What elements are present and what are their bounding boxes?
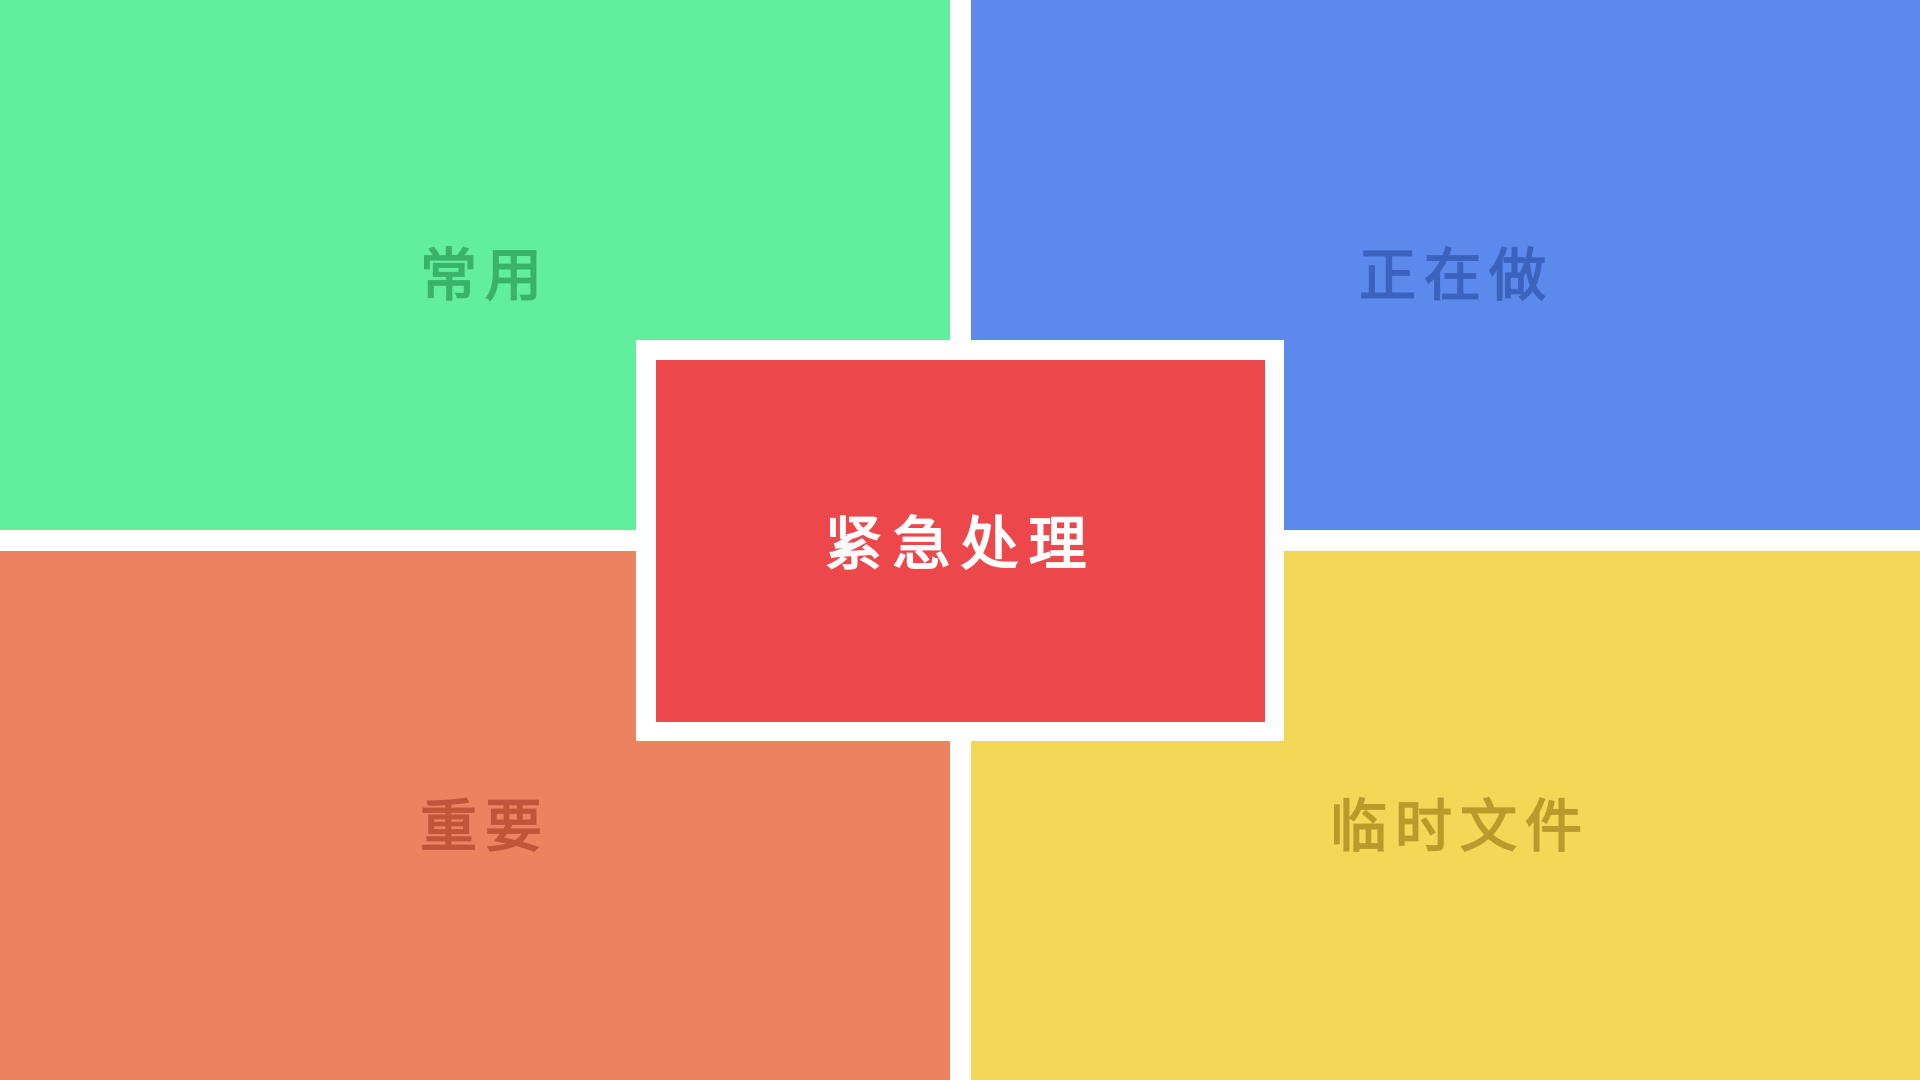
zone-urgent[interactable]: 紧急处理	[656, 360, 1265, 722]
zone-in-progress-label: 正在做	[1359, 243, 1554, 309]
zone-urgent-label: 紧急处理	[824, 510, 1097, 578]
zone-common-label: 常用	[420, 243, 550, 309]
desktop-board: 常用 正在做 重要 临时文件 紧急处理	[0, 0, 1920, 1080]
zone-important-label: 重要	[420, 794, 550, 860]
zone-temp-files-label: 临时文件	[1330, 794, 1590, 860]
